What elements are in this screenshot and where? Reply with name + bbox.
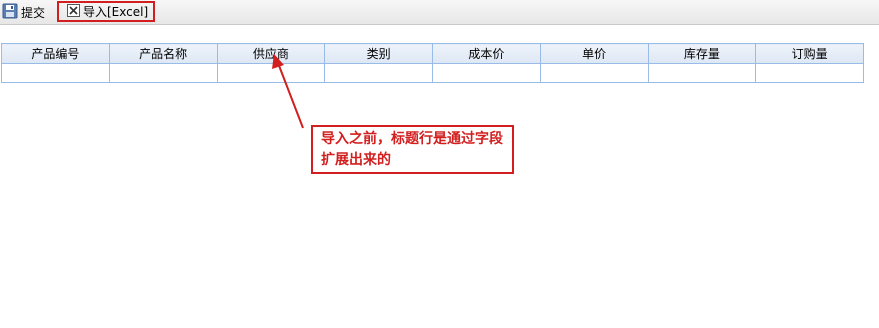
annotation-callout: 导入之前，标题行是通过字段扩展出来的 xyxy=(311,125,514,174)
